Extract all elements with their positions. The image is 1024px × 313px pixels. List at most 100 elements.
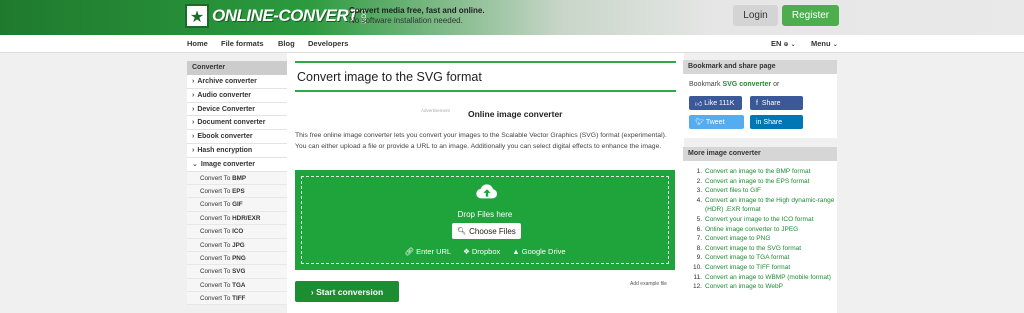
dropbox-label: Dropbox [471, 247, 501, 256]
google-drive-label: Google Drive [521, 247, 566, 256]
sub-prefix: Convert To [200, 241, 231, 249]
section-subtitle: Online image converter [468, 109, 563, 119]
list-item-label: Convert an image to the High dynamic-ran… [705, 196, 835, 214]
list-item-label: Convert an image to the EPS format [705, 177, 810, 185]
list-item[interactable]: 2. Convert an image to the EPS format [689, 177, 835, 187]
chevron-right-icon: › [192, 105, 195, 113]
nav-home[interactable]: Home [187, 39, 208, 48]
more-converters-panel: More image converter 1. Convert an image … [683, 147, 837, 313]
share-label: Share [761, 99, 781, 107]
register-button[interactable]: Register [782, 5, 839, 26]
list-item-label: Convert your image to the ICO format [705, 215, 814, 223]
bookmark-suffix: or [773, 81, 780, 88]
list-item[interactable]: 5. Convert your image to the ICO format [689, 215, 835, 225]
menu-toggle[interactable]: Menu ⌄ [811, 39, 838, 48]
sidebar-sub-png[interactable]: Convert To PNG [187, 251, 287, 266]
sidebar-item-hash[interactable]: › Hash encryption [187, 143, 287, 158]
list-item[interactable]: 10. Convert image to TIFF format [689, 263, 835, 273]
chevron-right-icon: › [192, 133, 195, 141]
list-item[interactable]: 1. Convert an image to the BMP format [689, 167, 835, 177]
sidebar-heading: Converter [187, 61, 287, 75]
google-drive-icon: ▲ [512, 247, 522, 256]
google-drive-link[interactable]: ▲ Google Drive [512, 247, 565, 256]
sidebar-sub-ico[interactable]: Convert To ICO [187, 225, 287, 239]
list-item-label: Convert an image to the BMP format [705, 168, 811, 175]
sidebar-sub-svg[interactable]: Convert To SVG [187, 265, 287, 279]
add-example-file-link[interactable]: Add example file [630, 281, 667, 287]
sidebar-sub-jpg[interactable]: Convert To JPG [187, 238, 287, 252]
sidebar-sub-eps[interactable]: Convert To EPS [187, 184, 287, 199]
list-item-label: Convert image to the SVG format [705, 244, 802, 252]
login-button[interactable]: Login [733, 5, 778, 26]
logo-mark-icon: ★ [185, 4, 209, 28]
link-icon: 🔗︎ [404, 247, 417, 256]
sub-prefix: Convert To [200, 174, 231, 182]
sidebar-item-document[interactable]: › Document converter [187, 116, 287, 131]
site-logo[interactable]: ★ ONLINE-CONVERT .COM [185, 3, 366, 29]
list-item[interactable]: 11. Convert an image to WBMP (mobile form… [689, 273, 835, 283]
sub-format: SVG [232, 268, 246, 276]
bookmark-link[interactable]: SVG converter [722, 81, 771, 88]
start-conversion-button[interactable]: › Start conversion [295, 281, 399, 302]
sidebar-sub-hdr[interactable]: Convert To HDR/EXR [187, 211, 287, 226]
list-item[interactable]: 12. Convert an image to WebP [689, 282, 835, 292]
list-item-label: Convert image to TIFF format [705, 263, 791, 271]
tagline: Convert media free, fast and online. No … [349, 6, 485, 26]
nav-developers[interactable]: Developers [308, 39, 348, 48]
list-item[interactable]: 9. Convert image to TGA format [689, 253, 835, 263]
sidebar-sub-gif[interactable]: Convert To GIF [187, 198, 287, 212]
more-heading: More image converter [683, 147, 837, 161]
linkedin-share-button[interactable]: in Share [750, 115, 803, 129]
list-item[interactable]: 4. Convert an image to the High dynamic-r… [689, 196, 835, 215]
facebook-share-button[interactable]: f Share [750, 96, 803, 110]
tweet-button[interactable]: 🐦︎ Tweet [689, 115, 744, 129]
title-box: Convert image to the SVG format [295, 61, 676, 92]
list-item-label: Convert image to TGA format [705, 254, 790, 262]
sidebar-item-label: Hash encryption [197, 146, 253, 154]
dropbox-link[interactable]: ❖ Dropbox [463, 247, 500, 256]
sub-format: ICO [232, 228, 244, 236]
list-item[interactable]: 8. Convert image to the SVG format [689, 244, 835, 254]
language-selector[interactable]: EN ⊕ ⌄ [771, 39, 796, 48]
enter-url-label: Enter URL [416, 247, 452, 256]
sub-format: BMP [232, 174, 247, 182]
sidebar-sub-tga[interactable]: Convert To TGA [187, 278, 287, 293]
nav-file-formats[interactable]: File formats [221, 39, 264, 48]
choose-files-button[interactable]: 🔍︎ Choose Files [452, 223, 521, 239]
enter-url-link[interactable]: 🔗︎ Enter URL [404, 247, 451, 256]
sidebar-sub-bmp[interactable]: Convert To BMP [187, 171, 287, 185]
chevron-down-icon: ⌄ [192, 161, 198, 169]
sidebar-sub-tiff[interactable]: Convert To TIFF [187, 292, 287, 306]
list-item[interactable]: 6. Online image converter to JPEG [689, 225, 835, 235]
sidebar-item-label: Audio converter [197, 91, 252, 99]
chevron-down-icon: ⌄ [832, 42, 838, 48]
chevron-right-icon: › [192, 146, 195, 154]
sidebar-item-ebook[interactable]: › Ebook converter [187, 130, 287, 144]
more-converters-list: 1. Convert an image to the BMP format 2. C… [689, 167, 835, 292]
sub-prefix: Convert To [200, 228, 231, 236]
dropbox-icon: ❖ [463, 247, 472, 256]
like-label: Like 111K [704, 99, 735, 107]
search-icon: 🔍︎ [457, 228, 467, 235]
sidebar-item-archive[interactable]: › Archive converter [187, 75, 287, 89]
page-title: Convert image to the SVG format [297, 70, 482, 84]
sub-prefix: Convert To [200, 268, 231, 276]
facebook-like-button[interactable]: 👍︎ Like 111K [689, 96, 742, 110]
main-nav: Home File formats Blog Developers EN ⊕ ⌄… [0, 35, 1024, 53]
list-item[interactable]: 7. Convert image to PNG [689, 234, 835, 244]
thumbs-up-icon: 👍︎ [695, 100, 705, 108]
file-drop-zone[interactable]: Drop Files here 🔍︎ Choose Files 🔗︎ Enter… [295, 170, 675, 270]
sidebar-item-label: Document converter [197, 119, 266, 127]
menu-label: Menu [811, 39, 831, 48]
sidebar-item-image[interactable]: ⌄ Image converter [187, 157, 287, 172]
tagline-primary: Convert media free, fast and online. [349, 6, 485, 15]
sidebar-item-device[interactable]: › Device Converter [187, 102, 287, 117]
bookmark-prefix: Bookmark [689, 81, 721, 88]
nav-blog[interactable]: Blog [278, 39, 295, 48]
chevron-right-icon: › [192, 77, 195, 85]
list-item[interactable]: 3. Convert files to GIF [689, 186, 835, 196]
converter-sidebar: Converter › Archive converter › Audio conv… [187, 61, 287, 306]
choose-files-label: Choose Files [469, 226, 516, 236]
start-conversion-label: Start conversion [316, 286, 384, 297]
sidebar-item-audio[interactable]: › Audio converter [187, 88, 287, 103]
